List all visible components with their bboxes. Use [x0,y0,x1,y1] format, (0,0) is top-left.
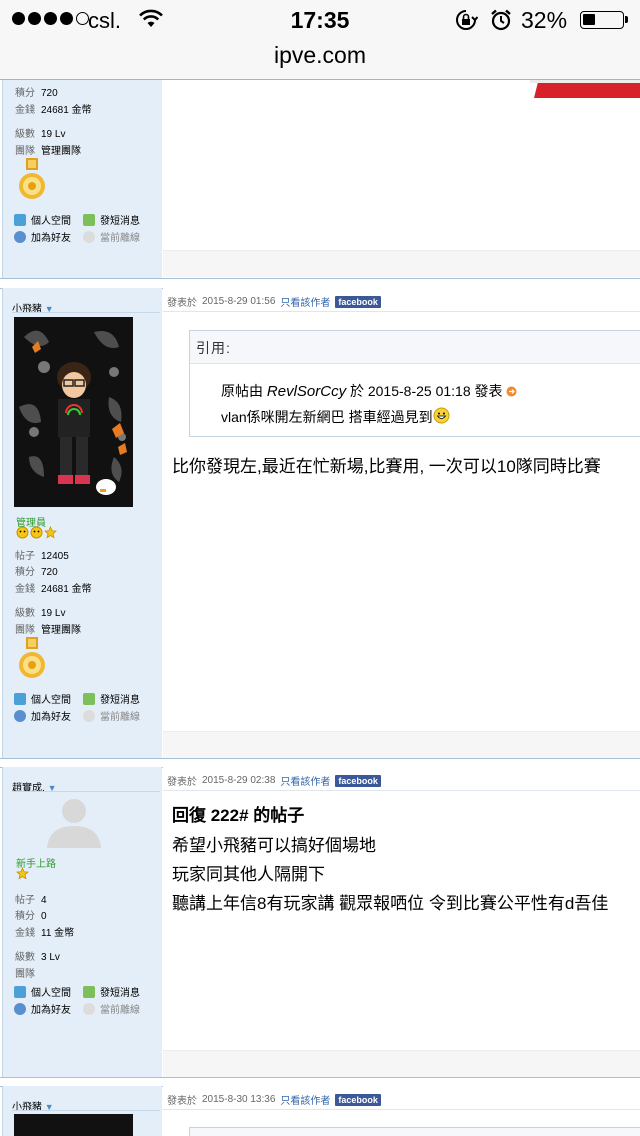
stat-points: 積分 720 [15,88,58,99]
star-icon [16,867,29,880]
only-author-link[interactable]: 只看該作者 [280,294,330,309]
post-meta: 發表於 2015-8-29 02:38 只看該作者 facebook [167,773,381,788]
stat-team: 團隊 [15,969,35,980]
post-date: 2015-8-29 02:38 [202,775,276,786]
home-icon [14,213,26,226]
banner-decoration [530,80,640,98]
status-bar: csl. 17:35 32% [0,0,640,40]
offline-status: 當前離線 [83,708,140,723]
facebook-share-button[interactable]: facebook [335,1093,381,1106]
add-friend-icon [14,230,26,243]
facebook-share-button[interactable]: facebook [335,295,381,308]
offline-status: 當前離線 [83,1001,140,1016]
rank-stars [16,526,57,539]
forum-post: 小飛豬 ▼ 發表於 2015-8-30 13:36 只看該作者 facebook [0,1086,640,1136]
user-avatar [14,317,133,507]
post-body-line: 聽講上年信8有玩家講 觀眾報哂位 令到比賽公平性有d吾佳 [172,894,609,913]
post-meta: 發表於 2015-8-30 13:36 只看該作者 facebook [167,1092,381,1107]
stat-points: 積分 720 [15,567,58,578]
user-avatar [14,1114,133,1136]
home-icon [14,692,26,705]
add-friend-icon [14,709,26,722]
address-bar[interactable]: ipve.com [0,40,640,80]
stat-team: 團隊 管理團隊 [15,146,81,157]
forum-post: 小飛豬 ▼ 管理員 帖子 12405 積分 720 金錢 24681 金幣 級數… [0,288,640,759]
forum-post: 趙實成. ▼ 新手上路 帖子 4 積分 0 金錢 11 金幣 級數 3 Lv 團隊 個人… [0,767,640,1078]
stat-posts: 帖子 12405 [15,551,69,562]
message-icon [83,213,95,226]
personal-space-link[interactable]: 個人空間 [14,691,71,706]
user-info-panel: 積分 720 金錢 24681 金幣 級數 19 Lv 團隊 管理團隊 個人空間 發短消… [2,80,162,279]
offline-user-icon [83,709,95,722]
add-friend-link[interactable]: 加為好友 [14,708,71,723]
quote-source: 原帖由 RevlSorCcy 於 2015-8-25 01:18 發表 [221,381,517,401]
medal-icon [19,637,45,678]
posted-label: 發表於 [167,1096,197,1107]
url-text[interactable]: ipve.com [274,42,366,68]
user-info-panel: 小飛豬 ▼ 管理員 帖子 12405 積分 720 金錢 24681 金幣 級數… [2,288,162,759]
user-info-panel: 小飛豬 ▼ [2,1086,162,1136]
reply-title: 回復 222# 的帖子 [172,806,305,825]
facebook-share-button[interactable]: facebook [335,774,381,787]
quote-block [189,1127,640,1136]
offline-user-icon [83,1002,95,1015]
quote-block: 引用: 原帖由 RevlSorCcy 於 2015-8-25 01:18 發表 … [189,330,640,437]
offline-user-icon [83,230,95,243]
stat-level: 級數 19 Lv [15,129,66,140]
star-icon [16,526,29,539]
message-icon [83,692,95,705]
post-meta: 發表於 2015-8-29 01:56 只看該作者 facebook [167,294,381,309]
personal-space-link[interactable]: 個人空間 [14,212,71,227]
battery-icon [580,11,628,29]
user-info-panel: 趙實成. ▼ 新手上路 帖子 4 積分 0 金錢 11 金幣 級數 3 Lv 團隊 個人… [2,767,162,1078]
only-author-link[interactable]: 只看該作者 [280,773,330,788]
send-message-link[interactable]: 發短消息 [83,212,140,227]
stat-money: 金錢 24681 金幣 [15,105,92,116]
only-author-link[interactable]: 只看該作者 [280,1092,330,1107]
page-content[interactable]: 積分 720 金錢 24681 金幣 級數 19 Lv 團隊 管理團隊 個人空間 發短消… [0,80,640,1136]
stat-level: 級數 19 Lv [15,608,66,619]
default-avatar-icon [47,799,101,848]
alarm-icon [491,9,511,31]
home-icon [14,985,26,998]
battery-percent: 32% [521,7,568,33]
post-body-line: 玩家同其他人隔開下 [172,865,325,884]
star-icon [44,526,57,539]
send-message-link[interactable]: 發短消息 [83,984,140,999]
forum-post: 積分 720 金錢 24681 金幣 級數 19 Lv 團隊 管理團隊 個人空間 發短消… [0,80,640,279]
quote-label: 引用: [196,340,231,356]
add-friend-link[interactable]: 加為好友 [14,229,71,244]
post-date: 2015-8-30 13:36 [202,1094,276,1105]
personal-space-link[interactable]: 個人空間 [14,984,71,999]
post-footer [163,731,640,758]
posted-label: 發表於 [167,298,197,309]
offline-status: 當前離線 [83,229,140,244]
message-icon [83,985,95,998]
post-footer [163,1050,640,1077]
star-icon [30,526,43,539]
post-date: 2015-8-29 01:56 [202,296,276,307]
jump-to-post-icon[interactable] [506,386,517,397]
stat-money: 金錢 11 金幣 [15,928,75,939]
grin-emoji-icon [433,407,450,424]
post-footer [163,250,640,277]
medal-icon [19,158,45,199]
quote-author[interactable]: RevlSorCcy [267,383,346,400]
send-message-link[interactable]: 發短消息 [83,691,140,706]
stat-points: 積分 0 [15,911,47,922]
stat-team: 團隊 管理團隊 [15,625,81,636]
stat-posts: 帖子 4 [15,895,47,906]
post-body-line: 希望小飛豬可以搞好個場地 [172,836,376,855]
posted-label: 發表於 [167,777,197,788]
add-friend-link[interactable]: 加為好友 [14,1001,71,1016]
quote-text: vlan係咪開左新網巴 搭車經過見到 [221,407,450,427]
add-friend-icon [14,1002,26,1015]
stat-money: 金錢 24681 金幣 [15,584,92,595]
post-body: 比你發現左,最近在忙新場,比賽用, 一次可以10隊同時比賽 [172,457,601,476]
rotation-lock-icon [456,10,478,30]
stat-level: 級數 3 Lv [15,952,60,963]
